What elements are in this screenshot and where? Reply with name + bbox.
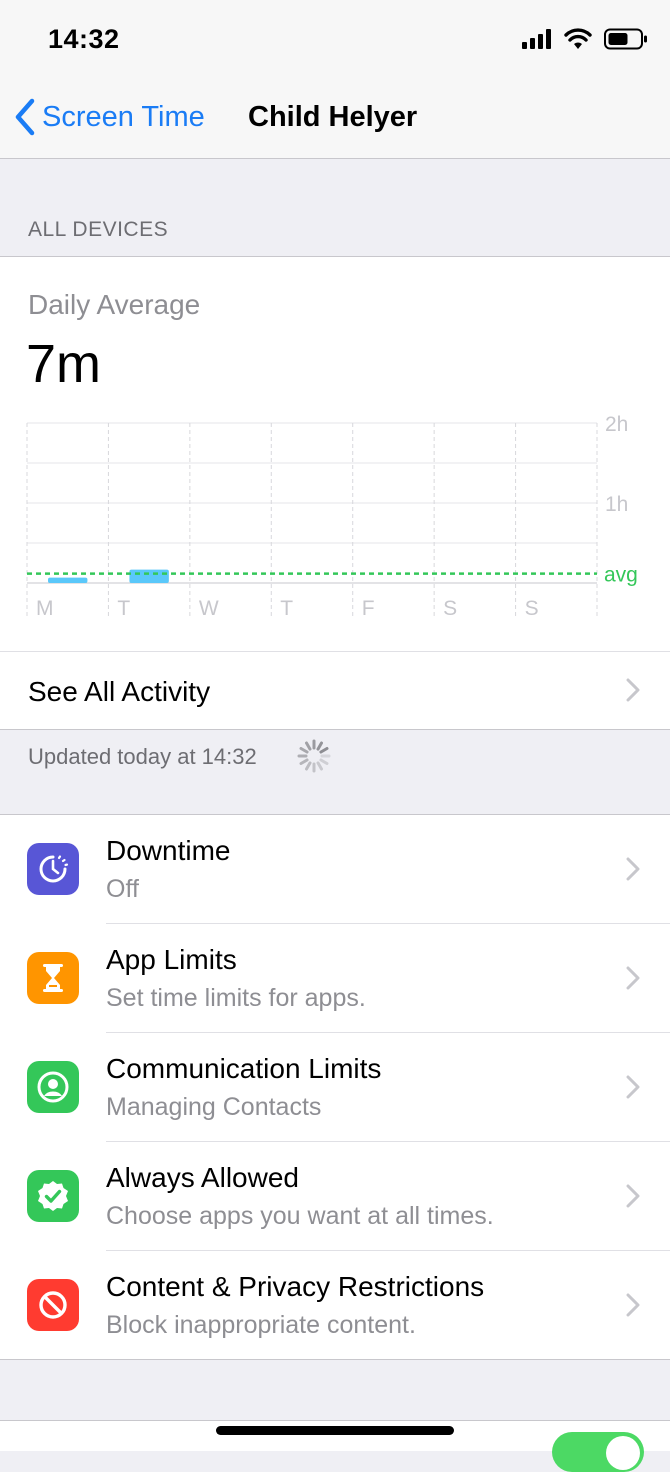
chart-y-tick-label: 1h (605, 493, 628, 516)
chart-y-tick-label: 2h (605, 413, 628, 436)
chart-x-tick-label: S (525, 597, 539, 620)
list-item-subtitle: Off (106, 875, 139, 904)
battery-icon (604, 28, 648, 50)
list-item-title: Content & Privacy Restrictions (106, 1271, 484, 1303)
chevron-right-icon (626, 1075, 640, 1099)
chart-bar[interactable] (48, 578, 87, 583)
status-time: 14:32 (48, 24, 120, 55)
chevron-right-icon (626, 966, 640, 990)
hourglass-icon (27, 952, 79, 1004)
updated-timestamp: Updated today at 14:32 (28, 744, 257, 770)
list-item-content-privacy-restrictions[interactable]: Content & Privacy Restrictions Block ina… (0, 1251, 670, 1360)
daily-average-value: 7m (26, 333, 101, 395)
loading-spinner-icon (296, 738, 332, 774)
list-item-title: Downtime (106, 835, 230, 867)
list-item-subtitle: Set time limits for apps. (106, 984, 366, 1013)
navigation-bar: Screen Time Child Helyer (0, 80, 670, 159)
list-item-communication-limits[interactable]: Communication Limits Managing Contacts (0, 1033, 670, 1142)
chart-x-tick-label: F (362, 597, 375, 620)
chevron-left-icon (14, 98, 36, 136)
chart-x-tick-label: T (280, 597, 293, 620)
chart-average-label: avg (604, 564, 638, 587)
list-item-subtitle: Block inappropriate content. (106, 1311, 416, 1340)
status-icons (522, 28, 648, 50)
list-item-title: App Limits (106, 944, 237, 976)
toggle-knob (606, 1436, 640, 1470)
wifi-icon (564, 28, 592, 50)
list-item-always-allowed[interactable]: Always Allowed Choose apps you want at a… (0, 1142, 670, 1251)
chevron-right-icon (626, 1293, 640, 1317)
person-circle-icon (27, 1061, 79, 1113)
checkmark-seal-icon (27, 1170, 79, 1222)
list-item-subtitle: Choose apps you want at all times. (106, 1202, 494, 1231)
home-indicator[interactable] (216, 1426, 454, 1435)
section-header-all-devices: ALL DEVICES (28, 218, 168, 242)
back-button-label: Screen Time (42, 101, 205, 134)
chevron-right-icon (626, 1184, 640, 1208)
list-item-app-limits[interactable]: App Limits Set time limits for apps. (0, 924, 670, 1033)
chevron-right-icon (626, 678, 640, 702)
chevron-right-icon (626, 857, 640, 881)
no-entry-icon (27, 1279, 79, 1331)
list-item-title: Communication Limits (106, 1053, 381, 1085)
daily-average-label: Daily Average (28, 289, 200, 321)
status-bar: 14:32 (0, 0, 670, 80)
chart-bar[interactable] (129, 570, 168, 583)
chart-x-tick-label: T (117, 597, 130, 620)
usage-summary-card: Daily Average 7m avg 2h 1h M T W T F S S See All … (0, 256, 670, 730)
see-all-activity-row[interactable]: See All Activity (0, 651, 670, 730)
see-all-activity-label: See All Activity (28, 676, 210, 708)
chart-x-tick-label: W (199, 597, 219, 620)
back-button[interactable]: Screen Time (14, 98, 205, 136)
chart-x-tick-label: M (36, 597, 54, 620)
list-item-title: Always Allowed (106, 1162, 299, 1194)
list-item-subtitle: Managing Contacts (106, 1093, 321, 1122)
downtime-icon (27, 843, 79, 895)
usage-bar-chart[interactable]: avg 2h 1h M T W T F S S (0, 407, 670, 627)
toggle-switch[interactable] (552, 1432, 644, 1472)
settings-list: Downtime Off App Limits Set time limits … (0, 814, 670, 1360)
chart-x-tick-label: S (443, 597, 457, 620)
cellular-signal-icon (522, 29, 552, 49)
list-item-downtime[interactable]: Downtime Off (0, 815, 670, 924)
page-title: Child Helyer (248, 101, 417, 134)
